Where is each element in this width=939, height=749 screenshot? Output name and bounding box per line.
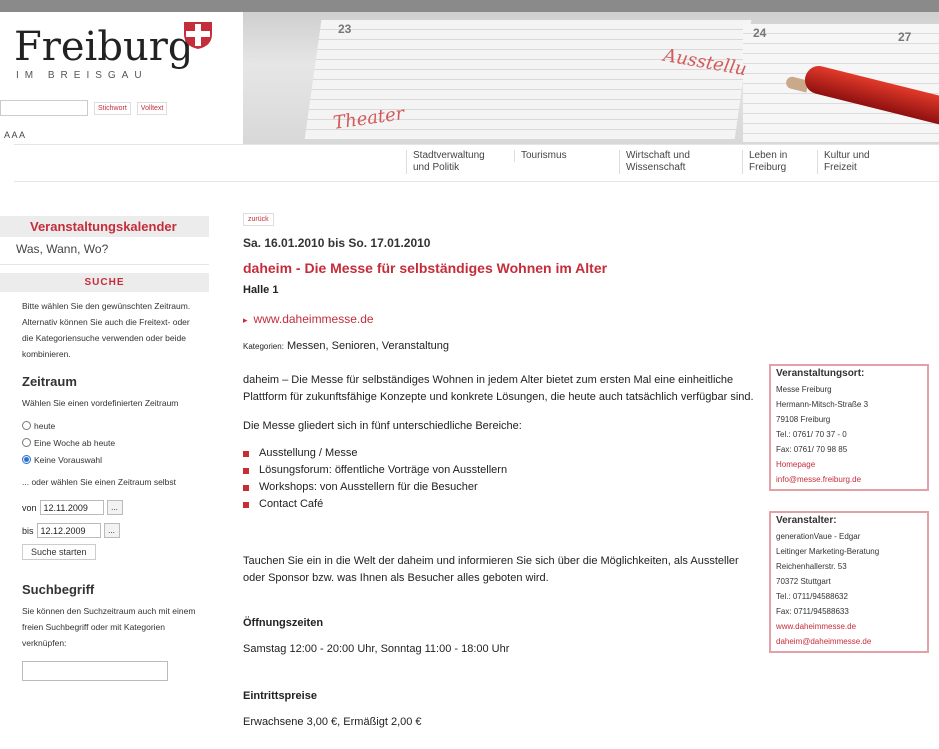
search-input[interactable] [0,100,88,116]
venue-line: Messe Freiburg [776,385,832,394]
zeitraum-heading: Zeitraum [22,374,77,389]
opening-hours-heading: Öffnungszeiten [243,617,324,629]
date-from-row: von 12.11.2009 ... [0,496,209,519]
suchbegriff-hint: Sie können den Suchzeitraum auch mit ein… [22,606,196,648]
radio-keine-vorauswahl[interactable]: Keine Vorauswahl [0,451,209,468]
list-item: Ausstellung / Messe [243,445,763,462]
organizer-line: Leitinger Marketing-Beratung [776,547,880,556]
event-detail: zurück Sa. 16.01.2010 bis So. 17.01.2010… [243,208,763,731]
banner-number-24: 24 [753,26,767,40]
volltext-button[interactable]: Volltext [136,101,168,115]
venue-line: Hermann-Mitsch-Straße 3 [776,400,869,409]
organizer-line: generationVaue - Edgar [776,532,861,541]
suchbegriff-heading: Suchbegriff [22,582,95,597]
organizer-fax: Fax: 0711/94588633 [776,607,849,616]
date-to-row: bis 12.12.2009 ... [0,519,209,542]
date-from-picker-button[interactable]: ... [106,500,123,515]
event-invitation: Tauchen Sie ein in die Welt der daheim u… [243,555,739,584]
organizer-phone: Tel.: 0711/94588632 [776,592,848,601]
organizer-line: Reichenhallerstr. 53 [776,562,847,571]
organizer-web-link[interactable]: www.daheimmesse.de [776,619,922,634]
event-title: daheim - Die Messe für selbständiges Woh… [243,260,608,276]
organizer-email-link[interactable]: daheim@daheimmesse.de [776,634,922,649]
venue-heading: Veranstaltungsort: [776,368,865,379]
radio-icon[interactable] [22,438,31,447]
list-item: Lösungsforum: öffentliche Vorträge von A… [243,462,763,479]
back-button[interactable]: zurück [243,213,274,226]
event-areas-intro: Die Messe gliedert sich in fünf untersch… [243,420,522,432]
radio-selected-icon[interactable] [22,455,31,464]
radio-heute[interactable]: heute [0,417,209,434]
date-to-picker-button[interactable]: ... [103,523,120,538]
logo-text: Freiburg [14,24,194,70]
stichwort-button[interactable]: Stichwort [94,101,131,115]
suchbegriff-input[interactable] [22,661,168,681]
freiburg-logo[interactable]: Freiburg [14,24,193,70]
event-website-link[interactable]: ▸ www.daheimmesse.de [243,312,763,326]
venue-line: 79108 Freiburg [776,415,831,424]
von-label: von [22,502,37,513]
logo-subtitle: IM BREISGAU [16,70,148,81]
event-categories: Kategorien: Messen, Senioren, Veranstalt… [243,340,450,352]
event-hall: Halle 1 [243,284,279,296]
search-row: Stichwort Volltext [0,100,168,116]
radio-icon[interactable] [22,421,31,430]
bullet-icon [243,467,249,474]
zeitraum-hint: Wählen Sie einen vordefinierten Zeitraum [22,398,179,408]
bullet-icon [243,484,249,491]
coat-of-arms-icon [184,22,212,49]
nav-item-tourismus[interactable]: Tourismus [514,150,567,162]
nav-item-stadtverwaltung[interactable]: Stadtverwaltung und Politik [406,150,485,174]
nav-item-leben[interactable]: Leben in Freiburg [742,150,787,174]
calendar-subtitle: Was, Wann, Wo? [0,237,209,265]
list-item: Contact Café [243,496,763,513]
opening-hours: Samstag 12:00 - 20:00 Uhr, Sonntag 11:00… [243,643,510,655]
date-to-input[interactable]: 12.12.2009 [36,523,101,538]
list-item: Workshops: von Ausstellern für die Besuc… [243,479,763,496]
organizer-box: Veranstalter: generationVaue - Edgar Lei… [769,511,929,653]
venue-homepage-link[interactable]: Homepage [776,457,922,472]
banner-number-23: 23 [338,22,352,36]
venue-email-link[interactable]: info@messe.freiburg.de [776,472,922,487]
banner-number-27: 27 [898,30,912,44]
nav-item-kultur[interactable]: Kultur und Freizeit [817,150,870,174]
prices-heading: Eintrittspreise [243,690,317,702]
date-from-input[interactable]: 12.11.2009 [39,500,104,515]
organizer-heading: Veranstalter: [776,515,837,526]
custom-range-hint: ... oder wählen Sie einen Zeitraum selbs… [22,477,177,487]
search-submit-button[interactable]: Suche starten [22,544,96,560]
bis-label: bis [22,525,34,536]
search-heading: SUCHE [0,273,209,292]
header-banner-image: 23 24 27 Ausstellu Theater [243,12,939,144]
event-areas-list: Ausstellung / Messe Lösungsforum: öffent… [243,445,763,513]
nav-item-wirtschaft[interactable]: Wirtschaft und Wissenschaft [619,150,690,174]
browser-top-bar [0,0,939,12]
search-intro: Bitte wählen Sie den gewünschten Zeitrau… [22,301,191,359]
bullet-icon [243,501,249,508]
arrow-icon: ▸ [243,315,248,325]
event-date: Sa. 16.01.2010 bis So. 17.01.2010 [243,236,431,250]
calendar-title: Veranstaltungskalender [0,216,209,237]
bullet-icon [243,450,249,457]
venue-fax: Fax: 0761/ 70 98 85 [776,445,848,454]
prices: Erwachsene 3,00 €, Ermäßigt 2,00 € [243,716,422,728]
organizer-line: 70372 Stuttgart [776,577,831,586]
radio-eine-woche[interactable]: Eine Woche ab heute [0,434,209,451]
sidebar: Veranstaltungskalender Was, Wann, Wo? SU… [0,216,209,681]
font-size-switcher[interactable]: A A A [4,130,25,140]
venue-box: Veranstaltungsort: Messe Freiburg Herman… [769,364,929,491]
venue-phone: Tel.: 0761/ 70 37 - 0 [776,430,847,439]
event-description: daheim – Die Messe für selbständiges Woh… [243,374,754,403]
main-navigation: Stadtverwaltung und Politik Tourismus Wir… [14,144,939,182]
